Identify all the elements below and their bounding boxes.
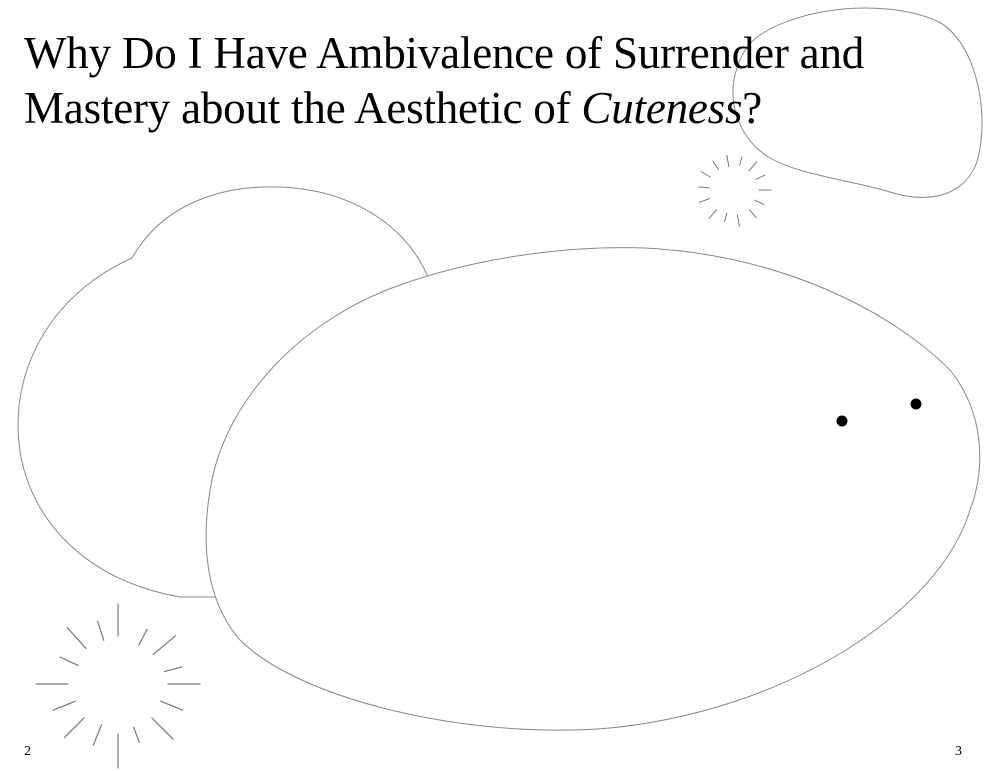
large-sparkle (35, 603, 201, 769)
left-eye (836, 415, 848, 427)
title-line-2-text: Mastery about the Aesthetic of (24, 83, 582, 133)
page-number-right: 3 (955, 744, 962, 759)
page-title: Why Do I Have Ambivalence of Surrender a… (24, 26, 984, 136)
sparkle-ray (96, 620, 105, 641)
sparkle-ray (708, 209, 717, 219)
sparkle-ray (63, 717, 85, 739)
sparkle-ray (700, 171, 711, 178)
sparkle-ray (755, 174, 766, 180)
sparkle-ray (152, 635, 177, 656)
sparkle-ray (739, 156, 743, 166)
right-eye (910, 398, 922, 410)
sparkle-ray (52, 700, 76, 711)
title-emphasis: Cuteness (581, 83, 743, 133)
sparkle-ray (698, 198, 710, 203)
sparkle-ray (138, 628, 148, 646)
page-number-left: 2 (24, 744, 31, 759)
sparkle-ray (712, 160, 720, 170)
title-line-2: Mastery about the Aesthetic of Cuteness? (24, 81, 984, 136)
sparkle-ray (726, 155, 730, 167)
title-line-1: Why Do I Have Ambivalence of Surrender a… (24, 28, 865, 78)
sparkle-ray (724, 212, 728, 223)
sparkle-ray (698, 186, 710, 189)
small-sparkle (698, 155, 772, 227)
body-blob (205, 247, 981, 731)
sparkle-ray (163, 666, 183, 673)
sparkle-ray (749, 209, 757, 219)
sparkle-ray (754, 199, 765, 205)
sparkle-ray (736, 214, 740, 227)
sparkle-ray (133, 726, 140, 743)
sparkle-ray (160, 700, 184, 711)
sparkle-ray (748, 161, 758, 172)
sparkle-ray (59, 656, 79, 667)
sparkle-ray (151, 717, 174, 740)
sparkle-ray (66, 626, 87, 649)
sparkle-ray (92, 724, 103, 746)
title-question-mark: ? (742, 83, 763, 133)
